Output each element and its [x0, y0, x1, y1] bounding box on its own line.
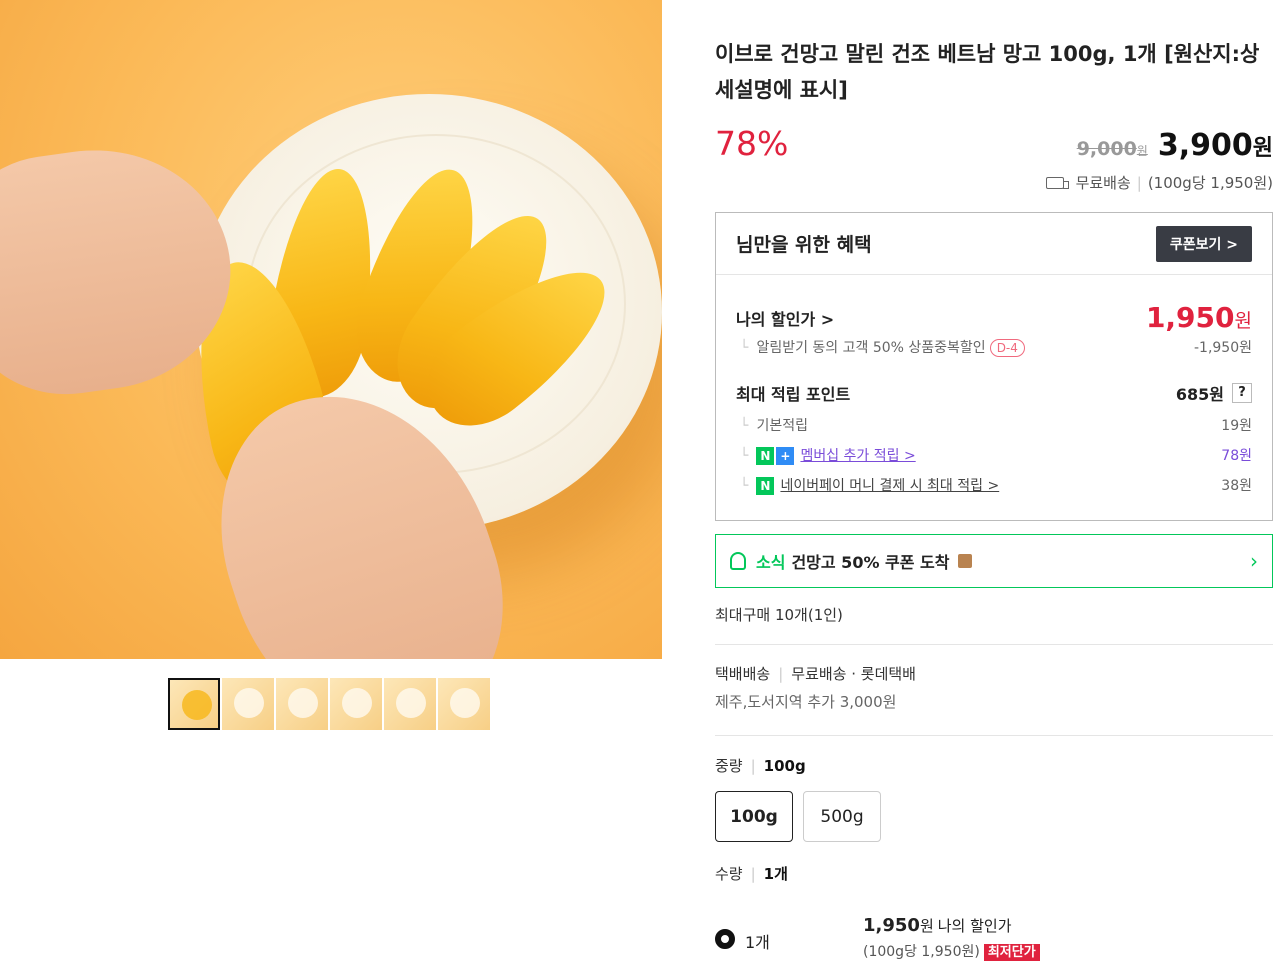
original-price: 9,000원 [1076, 138, 1148, 160]
coupon-view-button[interactable]: 쿠폰보기 > [1155, 225, 1252, 262]
news-banner[interactable]: 소식 건망고 50% 쿠폰 도착 › [715, 534, 1273, 588]
shipping-fee: 무료배송 [1075, 174, 1131, 192]
discount-rate: 78% [715, 124, 789, 163]
news-text: 건망고 50% 쿠폰 도착 [791, 553, 950, 572]
delivery-extra: 제주,도서지역 추가 3,000원 [715, 693, 897, 711]
membership-point-value: 78원 [1221, 448, 1252, 464]
chevron-right-icon: › [1250, 549, 1258, 573]
truck-icon [1045, 176, 1069, 189]
npay-link[interactable]: 네이버페이 머니 결제 시 최대 적립 > [780, 478, 999, 494]
benefit-box: 님만을 위한 혜택 쿠폰보기 > 나의 할인가 > 1,950원 └ 알림받기 동… [715, 212, 1273, 521]
thumbnail-5[interactable] [384, 678, 436, 730]
divider [715, 735, 1273, 736]
npay-point-row: └ N 네이버페이 머니 결제 시 최대 적립 > 38원 [736, 475, 1252, 495]
news-tag: 소식 [756, 553, 786, 572]
thumbnail-2[interactable] [222, 678, 274, 730]
unit-price: (100g당 1,950원) [1147, 174, 1273, 192]
lowest-price-badge: 최저단가 [983, 944, 1040, 961]
shipping-info: 무료배송 | (100g당 1,950원) [1045, 172, 1273, 193]
alarm-discount-row: └ 알림받기 동의 고객 50% 상품중복할인 D-4 -1,950원 [736, 337, 1252, 357]
my-price-label[interactable]: 나의 할인가 > [736, 306, 834, 330]
d-day-badge: D-4 [989, 339, 1025, 357]
delivery-info: 택배배송 | 무료배송 · 롯데택배 [715, 665, 916, 683]
product-gallery [0, 0, 662, 980]
sale-price: 3,900원 [1157, 128, 1273, 163]
bell-icon [730, 552, 746, 570]
benefit-title: 님만을 위한 혜택 [736, 234, 872, 256]
point-total: 685원 [1175, 385, 1224, 404]
point-row: 최대 적립 포인트 685원? [736, 381, 1252, 405]
qty-option-price: 1,950원 나의 할인가 [863, 915, 1012, 936]
naver-plus-icon: N + [756, 447, 795, 465]
weight-option-label: 중량 | 100g [715, 757, 806, 775]
thumbnail-3[interactable] [276, 678, 328, 730]
qty-option-label: 수량 | 1개 [715, 865, 788, 883]
alarm-discount-amount: -1,950원 [1193, 340, 1252, 356]
product-title: 이브로 건망고 말린 건조 베트남 망고 100g, 1개 [원산지:상세설명에… [715, 42, 1260, 102]
membership-link[interactable]: 멤버십 추가 적립 > [800, 448, 915, 464]
qty-option-row[interactable]: 1개 1,950원 나의 할인가 (100g당 1,950원) 최저단가 [715, 905, 1273, 971]
main-product-photo[interactable] [0, 0, 662, 659]
my-price: 1,950원 [1145, 301, 1252, 334]
help-icon[interactable]: ? [1232, 383, 1252, 403]
qty-radio[interactable] [715, 929, 735, 949]
thumbnail-6[interactable] [438, 678, 490, 730]
package-icon [957, 554, 972, 568]
weight-option-500g[interactable]: 500g [803, 791, 881, 842]
membership-point-row: └ N + 멤버십 추가 적립 > 78원 [736, 445, 1252, 465]
basic-point-value: 19원 [1221, 418, 1252, 434]
thumbnail-1[interactable] [168, 678, 220, 730]
thumbnail-strip [168, 678, 490, 730]
max-purchase: 최대구매 10개(1인) [715, 606, 843, 624]
basic-point-row: └ 기본적립 19원 [736, 415, 1252, 435]
naver-pay-icon: N [756, 477, 775, 495]
qty-option-name: 1개 [745, 933, 770, 952]
qty-option-unit: (100g당 1,950원) 최저단가 [863, 941, 1040, 961]
npay-point-value: 38원 [1221, 478, 1252, 494]
thumbnail-4[interactable] [330, 678, 382, 730]
divider [715, 644, 1273, 645]
benefit-header: 님만을 위한 혜택 쿠폰보기 > [716, 213, 1272, 275]
price-row: 9,000원 3,900원 [1077, 128, 1273, 163]
weight-option-100g[interactable]: 100g [715, 791, 793, 842]
point-label: 최대 적립 포인트 [736, 385, 851, 404]
my-price-row: 나의 할인가 > 1,950원 [736, 301, 1252, 334]
